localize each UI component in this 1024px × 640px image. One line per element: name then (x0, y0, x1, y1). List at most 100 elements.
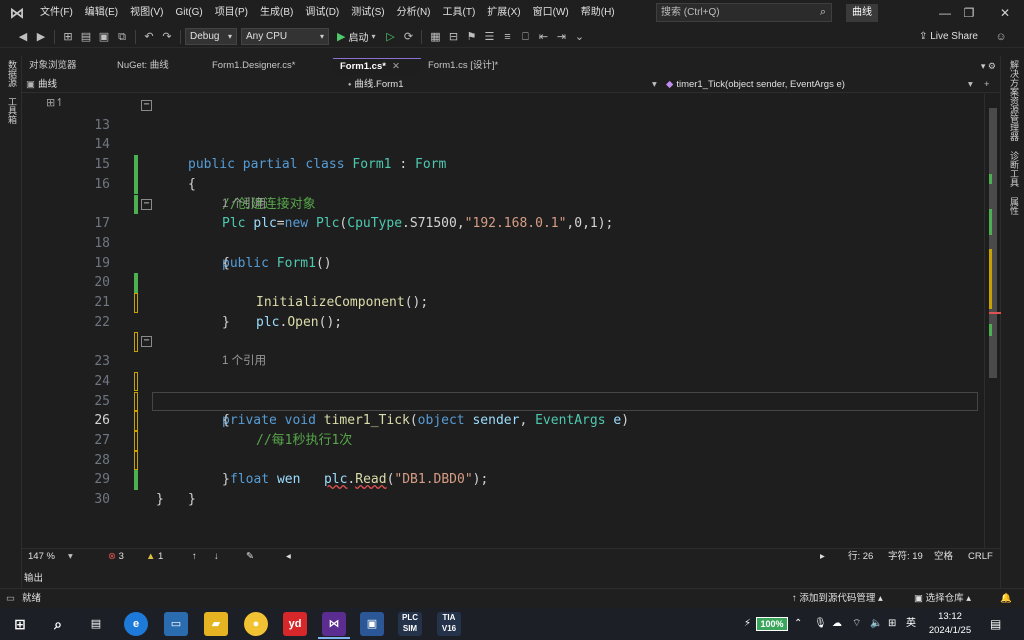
scroll-left-icon[interactable]: ◂ (286, 549, 291, 565)
search-input[interactable]: 搜索 (Ctrl+Q) ⌕ (656, 3, 832, 22)
task-view-icon[interactable]: ▤ (84, 612, 108, 636)
fold-collapse-icon[interactable]: − (141, 100, 152, 111)
start-without-debug-icon[interactable]: ▷ (381, 28, 399, 46)
notifications-icon[interactable]: 🔔 (1000, 589, 1012, 609)
error-count[interactable]: ⊗ 3 (108, 549, 124, 565)
restore-icon[interactable]: ❐ (954, 0, 984, 26)
tab-object-browser[interactable]: 对象浏览器 (22, 58, 110, 74)
hot-reload-icon[interactable]: ⟳ (399, 28, 417, 46)
tia-portal-icon[interactable]: TIA V16 (437, 612, 461, 636)
power-icon[interactable]: ⚡ (744, 608, 751, 640)
fold-collapse-icon[interactable]: − (141, 198, 152, 210)
redo-icon[interactable]: ↷ (158, 28, 176, 46)
onedrive-icon[interactable]: ☁ (832, 608, 842, 640)
configuration-select[interactable]: Debug ▾ (185, 28, 237, 45)
browser-link-icon[interactable]: ▦ (426, 28, 444, 46)
previous-issue-icon[interactable]: ↑ (192, 549, 197, 565)
toolbox-tab[interactable]: 工具箱 (6, 97, 19, 124)
prev-bookmark-icon[interactable]: ⇤ (534, 28, 552, 46)
scroll-right-icon[interactable]: ▸ (820, 549, 825, 565)
visual-studio-icon[interactable]: ⋈ (322, 612, 346, 636)
wifi-icon[interactable]: ⌔ (852, 608, 861, 640)
menu-build[interactable]: 生成(B) (254, 0, 299, 26)
menu-debug[interactable]: 调试(D) (299, 0, 345, 26)
microphone-icon[interactable]: 🎙 (814, 608, 827, 640)
toolbar-options-icon[interactable]: ⌄ (570, 28, 588, 46)
menu-view[interactable]: 视图(V) (124, 0, 169, 26)
remote-desktop-icon[interactable]: ▭ (164, 612, 188, 636)
keyboard-layout-icon[interactable]: ⊞ (888, 608, 896, 640)
fold-collapse-icon[interactable]: − (141, 336, 152, 348)
navigate-forward-icon[interactable]: ▶ (32, 28, 50, 46)
uncomment-icon[interactable]: ≡ (498, 28, 516, 46)
tray-overflow-icon[interactable]: ⌃ (794, 608, 802, 640)
diagnostic-tools-tab[interactable]: 诊断工具 (1008, 151, 1021, 187)
zoom-dropdown-icon[interactable]: ▾ (68, 549, 73, 565)
menu-tools[interactable]: 工具(T) (437, 0, 482, 26)
menu-project[interactable]: 项目(P) (209, 0, 254, 26)
system-clock[interactable]: 13:12 2024/1/25 (922, 610, 978, 638)
warning-count[interactable]: ▲ 1 (146, 549, 163, 565)
split-editor-icon[interactable]: + (984, 76, 994, 93)
start-debug-button[interactable]: ▶ 启动 ▾ (337, 29, 375, 44)
solution-explorer-tab[interactable]: 解决方案资源管理器 (1008, 60, 1021, 141)
menu-window[interactable]: 窗口(W) (527, 0, 575, 26)
tab-nuget[interactable]: NuGet: 曲线 (110, 58, 205, 74)
next-issue-icon[interactable]: ↓ (214, 549, 219, 565)
comment-out-icon[interactable]: ☰ (480, 28, 498, 46)
windows-start-icon[interactable]: ⊞ (8, 612, 32, 636)
new-project-icon[interactable]: ⊞ (59, 28, 77, 46)
notification-center-icon[interactable]: ▤ (990, 608, 1001, 640)
add-to-source-control-button[interactable]: ↑ 添加到源代码管理 ▴ (792, 589, 883, 609)
zoom-level[interactable]: 147 % (28, 549, 55, 565)
tab-list-dropdown-icon[interactable]: ▾ ⚙ (981, 58, 996, 74)
feedback-icon[interactable]: ☺ (992, 28, 1010, 46)
solution-config-icon[interactable]: ⊟ (444, 28, 462, 46)
youdao-icon[interactable]: yd (283, 612, 307, 636)
code-cleanup-icon[interactable]: ✎ (246, 549, 254, 565)
member-dropdown[interactable]: ◆ timer1_Tick(object sender, EventArgs e) (666, 76, 966, 93)
menu-git[interactable]: Git(G) (169, 0, 208, 26)
tab-form1-cs[interactable]: Form1.cs* ✕ (333, 58, 421, 74)
edge-browser-icon[interactable]: e (124, 612, 148, 636)
line-ending[interactable]: CRLF (968, 549, 993, 565)
next-bookmark-icon[interactable]: ⇥ (552, 28, 570, 46)
navigate-back-icon[interactable]: ◀ (14, 28, 32, 46)
bookmark-icon[interactable]: ⎕ (516, 28, 534, 46)
menu-file[interactable]: 文件(F) (34, 0, 79, 26)
save-icon[interactable]: ▣ (95, 28, 113, 46)
scrollbar-thumb[interactable] (989, 108, 997, 378)
output-tab[interactable]: 输出 (24, 570, 43, 584)
properties-tab[interactable]: 属性 (1008, 197, 1021, 215)
platform-select[interactable]: Any CPU ▾ (241, 28, 329, 45)
open-file-icon[interactable]: ▤ (77, 28, 95, 46)
menu-extensions[interactable]: 扩展(X) (481, 0, 526, 26)
menu-edit[interactable]: 编辑(E) (79, 0, 124, 26)
undo-icon[interactable]: ↶ (140, 28, 158, 46)
editor-vertical-scrollbar[interactable] (984, 94, 1001, 548)
tab-form1-design[interactable]: Form1.cs [设计]* (421, 58, 533, 74)
close-icon[interactable]: ✕ (990, 0, 1020, 26)
menu-test[interactable]: 测试(S) (345, 0, 390, 26)
bookmark-toggle-icon[interactable]: ⚑ (462, 28, 480, 46)
live-share-button[interactable]: ⇪ Live Share (919, 29, 978, 45)
project-dropdown[interactable]: ▣ 曲线 (26, 76, 326, 93)
menu-analyze[interactable]: 分析(N) (391, 0, 437, 26)
select-repository-button[interactable]: ▣ 选择仓库 ▴ (914, 589, 971, 609)
volume-icon[interactable]: 🔈 (870, 608, 882, 640)
tab-form1-designer-cs[interactable]: Form1.Designer.cs* (205, 58, 333, 74)
save-all-icon[interactable]: ⧉ (113, 28, 131, 46)
plcsim-icon[interactable]: PLC SIM (398, 612, 422, 636)
class-dropdown[interactable]: ⬩ 曲线.Form1 (348, 76, 658, 93)
data-sources-tab[interactable]: 数据源 (6, 60, 19, 87)
search-icon[interactable]: ⌕ (46, 612, 70, 636)
menu-help[interactable]: 帮助(H) (575, 0, 621, 26)
app-yellow-icon[interactable]: ● (244, 612, 268, 636)
file-explorer-icon[interactable]: ▰ (204, 612, 228, 636)
code-editor[interactable]: ⊞↿ 13 − public partial class Form1 : For… (22, 94, 984, 548)
whitespace-mode[interactable]: 空格 (934, 549, 953, 565)
battery-indicator[interactable]: 100% (756, 617, 788, 631)
close-tab-icon[interactable]: ✕ (392, 61, 400, 72)
siemens-app-icon[interactable]: ▣ (360, 612, 384, 636)
visual-studio-logo-icon[interactable]: ⋈ (0, 0, 34, 26)
